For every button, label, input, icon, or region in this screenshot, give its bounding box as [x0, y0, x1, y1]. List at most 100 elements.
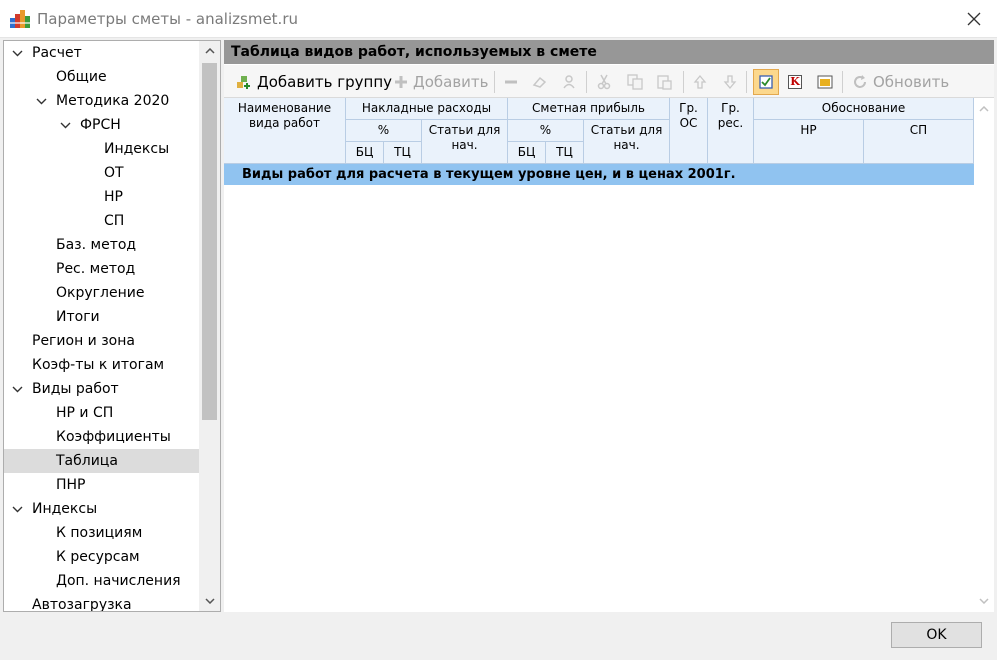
tree-item[interactable]: Коэффициенты — [4, 425, 199, 449]
tree-item[interactable]: К позициям — [4, 521, 199, 545]
move-up-button[interactable] — [693, 69, 707, 95]
header-overhead-tc[interactable]: ТЦ — [384, 142, 422, 164]
close-button[interactable] — [951, 0, 997, 38]
header-basis-sp[interactable]: СП — [864, 120, 974, 164]
tree-item[interactable]: Доп. начисления — [4, 569, 199, 593]
add-label: Добавить — [413, 73, 489, 91]
tree-scrollbar[interactable] — [199, 41, 220, 611]
tree-item[interactable]: Автозагрузка — [4, 593, 199, 611]
copy-button[interactable] — [627, 69, 643, 95]
tree-item[interactable]: Виды работ — [4, 377, 199, 401]
header-overhead-bc[interactable]: БЦ — [346, 142, 384, 164]
checkbox-icon — [759, 75, 773, 89]
tree-item-label: Рес. метод — [56, 261, 136, 277]
chevron-down-icon[interactable] — [58, 113, 72, 137]
chevron-down-icon[interactable] — [10, 497, 24, 521]
tree-item[interactable]: ФРСН — [4, 113, 199, 137]
tree-item[interactable]: Индексы — [4, 137, 199, 161]
folder-toggle-button[interactable] — [812, 69, 838, 95]
grid-scrollbar[interactable] — [974, 98, 994, 612]
tree-item[interactable]: Баз. метод — [4, 233, 199, 257]
tree-item[interactable]: Таблица — [4, 449, 199, 473]
settings-tree: Расчет Общие Методика 2020 ФРСН Индексы ОТ НР С… — [3, 40, 221, 612]
header-profit[interactable]: Сметная прибыль — [508, 98, 670, 120]
tree-item-label: Регион и зона — [32, 333, 135, 349]
chevron-down-icon[interactable] — [10, 41, 24, 65]
move-down-button[interactable] — [723, 69, 737, 95]
tree-item[interactable]: Регион и зона — [4, 329, 199, 353]
add-button[interactable]: Добавить — [394, 69, 489, 95]
group-row[interactable]: Виды работ для расчета в текущем уровне … — [224, 164, 974, 185]
copy-icon — [627, 74, 643, 90]
scissors-icon — [597, 74, 611, 90]
tree-item-label: ОТ — [104, 165, 124, 181]
header-profit-percent[interactable]: % — [508, 120, 584, 142]
refresh-icon — [854, 75, 866, 88]
toolbar-separator — [683, 71, 684, 93]
header-overhead-articles[interactable]: Статьи для нач. — [422, 120, 508, 164]
ok-button[interactable]: OK — [891, 622, 982, 648]
tree-item-label: К ресурсам — [56, 549, 140, 565]
tree-item-label: Коэф-ты к итогам — [32, 357, 165, 373]
work-types-panel: Таблица видов работ, используемых в смет… — [224, 40, 994, 612]
k-toggle-button[interactable]: K — [782, 69, 808, 95]
tree-item[interactable]: К ресурсам — [4, 545, 199, 569]
header-basis[interactable]: Обоснование — [754, 98, 974, 120]
paste-icon — [657, 75, 672, 90]
header-gr-res[interactable]: Гр. рес. — [708, 98, 754, 164]
remove-button[interactable] — [504, 69, 518, 95]
tree-item[interactable]: Коэф-ты к итогам — [4, 353, 199, 377]
header-overhead[interactable]: Накладные расходы — [346, 98, 508, 120]
header-basis-nr[interactable]: НР — [754, 120, 864, 164]
tree-item[interactable]: Рес. метод — [4, 257, 199, 281]
tree-item[interactable]: Расчет — [4, 41, 199, 65]
tree-item[interactable]: СП — [4, 209, 199, 233]
toolbar-separator — [746, 71, 747, 93]
chevron-down-icon[interactable] — [10, 377, 24, 401]
window-title: Параметры сметы - analizsmet.ru — [37, 10, 298, 28]
tree-item[interactable]: НР и СП — [4, 401, 199, 425]
scroll-down-arrow[interactable] — [199, 591, 220, 611]
folder-icon — [817, 75, 833, 89]
plus-icon — [395, 76, 407, 88]
tree-item-label: ФРСН — [80, 117, 121, 133]
header-name[interactable]: Наименование вида работ — [224, 98, 346, 164]
scroll-up-arrow[interactable] — [199, 41, 220, 61]
tree-item[interactable]: Индексы — [4, 497, 199, 521]
users-button[interactable] — [561, 69, 577, 95]
cut-button[interactable] — [597, 69, 611, 95]
chevron-up-icon — [204, 48, 215, 54]
header-profit-bc[interactable]: БЦ — [508, 142, 546, 164]
header-profit-tc[interactable]: ТЦ — [546, 142, 584, 164]
tree-item[interactable]: Общие — [4, 65, 199, 89]
tree-item[interactable]: ОТ — [4, 161, 199, 185]
tree-item-label: Округление — [56, 285, 145, 301]
tree-item[interactable]: ПНР — [4, 473, 199, 497]
tree-item[interactable]: Методика 2020 — [4, 89, 199, 113]
title-bar: Параметры сметы - analizsmet.ru — [0, 0, 997, 38]
toolbar-separator — [842, 71, 843, 93]
header-overhead-percent[interactable]: % — [346, 120, 422, 142]
header-gr-os[interactable]: Гр. ОС — [670, 98, 708, 164]
refresh-button[interactable]: Обновить — [852, 69, 949, 95]
chevron-down-icon[interactable] — [34, 89, 48, 113]
tree-item-label: НР и СП — [56, 405, 114, 421]
tree-item-label: Индексы — [32, 501, 98, 517]
header-profit-articles[interactable]: Статьи для нач. — [584, 120, 670, 164]
paste-button[interactable] — [656, 69, 672, 95]
add-group-button[interactable]: Добавить группу — [236, 69, 392, 95]
users-icon — [563, 75, 575, 89]
erase-button[interactable] — [532, 69, 548, 95]
tree-item[interactable]: Итоги — [4, 305, 199, 329]
toolbar: Добавить группу Добавить K Обновить — [224, 65, 994, 98]
scroll-thumb[interactable] — [202, 63, 217, 420]
tree-item-label: Баз. метод — [56, 237, 137, 253]
minus-icon — [505, 80, 517, 84]
check-toggle-button[interactable] — [753, 69, 779, 95]
tree-item[interactable]: НР — [4, 185, 199, 209]
close-icon — [967, 12, 981, 26]
tree-item-label: Итоги — [56, 309, 100, 325]
tree-item[interactable]: Округление — [4, 281, 199, 305]
chevron-down-icon — [979, 598, 989, 604]
add-group-label: Добавить группу — [257, 73, 393, 91]
